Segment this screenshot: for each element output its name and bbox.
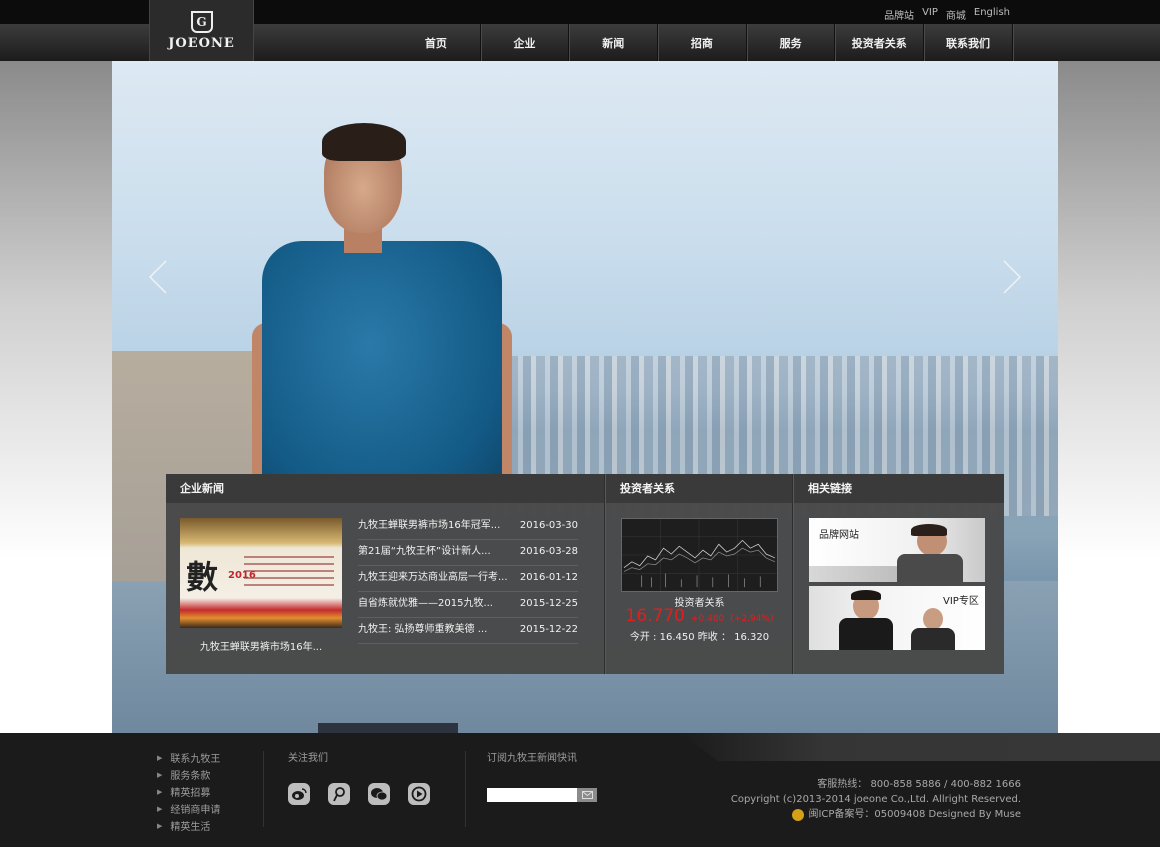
wechat-icon[interactable]	[368, 783, 390, 805]
links-section-title: 相关链接	[794, 474, 1004, 503]
info-panel: 企业新闻 投资者关系 相关链接 數 2016 九牧王蝉联男裤市场16年... 九…	[166, 474, 1004, 674]
news-title: 第21届“九牧王杯”设计新人...	[358, 546, 491, 557]
tencent-weibo-icon[interactable]	[328, 783, 350, 805]
footer-link-careers[interactable]: ▶ 精英招募	[157, 783, 220, 800]
news-thumbnail-caption[interactable]: 九牧王蝉联男裤市场16年...	[180, 638, 342, 653]
subscribe-button[interactable]	[577, 788, 597, 802]
footer-link-contact[interactable]: ▶ 联系九牧王	[157, 749, 220, 766]
util-link-english[interactable]: English	[974, 7, 1010, 22]
list-item[interactable]: 自省炼就优雅——2015九牧... 2015-12-25	[358, 592, 578, 618]
news-date: 2016-03-30	[519, 520, 578, 531]
vip-zone-label: VIP专区	[943, 596, 979, 607]
list-item[interactable]: 第21届“九牧王杯”设计新人... 2016-03-28	[358, 540, 578, 566]
slider-next-icon[interactable]	[1002, 259, 1022, 295]
brand-logo[interactable]: G JOEONE	[149, 0, 254, 61]
investor-section-title: 投资者关系	[606, 474, 792, 503]
subscribe-email-input[interactable]	[487, 788, 577, 802]
footer-link-lifestyle[interactable]: ▶ 精英生活	[157, 817, 220, 834]
news-title: 九牧王: 弘扬尊师重教美德 ...	[358, 624, 488, 635]
nav-contact[interactable]: 联系我们	[924, 24, 1013, 61]
news-section-title: 企业新闻	[166, 474, 604, 503]
customer-hotline: 客服热线： 800-858 5886 / 400-882 1666	[817, 779, 1021, 790]
nav-company[interactable]: 企业	[481, 24, 570, 61]
utility-links: 品牌站 VIP 商城 English	[884, 7, 1010, 22]
subscribe-title: 订阅九牧王新闻快讯	[487, 753, 577, 764]
nav-investor[interactable]: 投资者关系	[835, 24, 925, 61]
footer-info: 客服热线： 800-858 5886 / 400-882 1666 Copyri…	[731, 777, 1021, 822]
slider-prev-icon[interactable]	[148, 259, 168, 295]
news-thumbnail-year: 2016	[228, 570, 256, 581]
main-nav: 首页 企业 新闻 招商 服务 投资者关系 联系我们	[392, 24, 1013, 61]
stock-open-close: 今开 : 16.450 昨收 ： 16.320	[629, 632, 770, 643]
news-thumbnail-char: 數	[186, 558, 219, 596]
nav-franchise[interactable]: 招商	[658, 24, 747, 61]
bullet-icon: ▶	[157, 804, 163, 813]
util-link-brand[interactable]: 品牌站	[884, 7, 914, 22]
logo-wordmark: JOEONE	[168, 35, 235, 51]
list-item[interactable]: 九牧王: 弘扬尊师重教美德 ... 2015-12-22	[358, 618, 578, 644]
bullet-icon: ▶	[157, 787, 163, 796]
video-play-icon[interactable]	[408, 783, 430, 805]
news-date: 2015-12-22	[519, 624, 578, 635]
list-item[interactable]: 九牧王迎来万达商业高层一行考... 2016-01-12	[358, 566, 578, 592]
police-badge-icon	[792, 808, 805, 821]
util-link-vip[interactable]: VIP	[922, 7, 938, 22]
news-title: 九牧王迎来万达商业高层一行考...	[358, 572, 508, 583]
news-list: 九牧王蝉联男裤市场16年冠军... 2016-03-30 第21届“九牧王杯”设…	[358, 514, 578, 644]
bullet-icon: ▶	[157, 753, 163, 762]
news-title: 自省炼就优雅——2015九牧...	[358, 598, 493, 609]
news-date: 2016-03-28	[519, 546, 578, 557]
nav-home[interactable]: 首页	[392, 24, 481, 61]
footer-link-terms[interactable]: ▶ 服务条款	[157, 766, 220, 783]
news-title: 九牧王蝉联男裤市场16年冠军...	[358, 520, 501, 531]
nav-news[interactable]: 新闻	[569, 24, 659, 61]
stock-quote: 16.770 +0.480 (+2.94%)	[621, 606, 778, 626]
logo-mark-icon: G	[190, 10, 213, 33]
vip-zone-link[interactable]: VIP专区	[809, 586, 985, 650]
util-link-mall[interactable]: 商城	[946, 7, 966, 22]
weibo-icon[interactable]	[288, 783, 310, 805]
brand-site-link[interactable]: 品牌网站	[809, 518, 985, 582]
nav-service[interactable]: 服务	[747, 24, 836, 61]
footer-link-dealer[interactable]: ▶ 经销商申请	[157, 800, 220, 817]
stock-price: 16.770	[625, 606, 685, 626]
brand-site-label: 品牌网站	[819, 530, 859, 541]
stock-change-percent: (+2.94%)	[730, 614, 774, 624]
stock-change: +0.480	[691, 614, 725, 624]
list-item[interactable]: 九牧王蝉联男裤市场16年冠军... 2016-03-30	[358, 514, 578, 540]
news-date: 2016-01-12	[519, 572, 578, 583]
news-date: 2015-12-25	[519, 598, 578, 609]
mail-icon	[581, 791, 593, 799]
follow-us-title: 关注我们	[288, 753, 328, 764]
stock-chart-thumbnail[interactable]	[621, 518, 778, 592]
news-thumbnail[interactable]: 數 2016	[180, 518, 342, 628]
copyright: Copyright (c)2013-2014 joeone Co.,Ltd. A…	[730, 794, 1021, 805]
site-footer: ▶ 联系九牧王 ▶ 服务条款 ▶ 精英招募 ▶ 经销商申请 ▶ 精英生活 关注我们 订阅九…	[0, 733, 1160, 847]
icp-record: 闽ICP备案号：05009408 Designed By Muse	[731, 807, 1021, 822]
footer-links: ▶ 联系九牧王 ▶ 服务条款 ▶ 精英招募 ▶ 经销商申请 ▶ 精英生活	[157, 749, 220, 834]
bullet-icon: ▶	[157, 770, 163, 779]
bullet-icon: ▶	[157, 821, 163, 830]
social-icons	[288, 783, 430, 805]
